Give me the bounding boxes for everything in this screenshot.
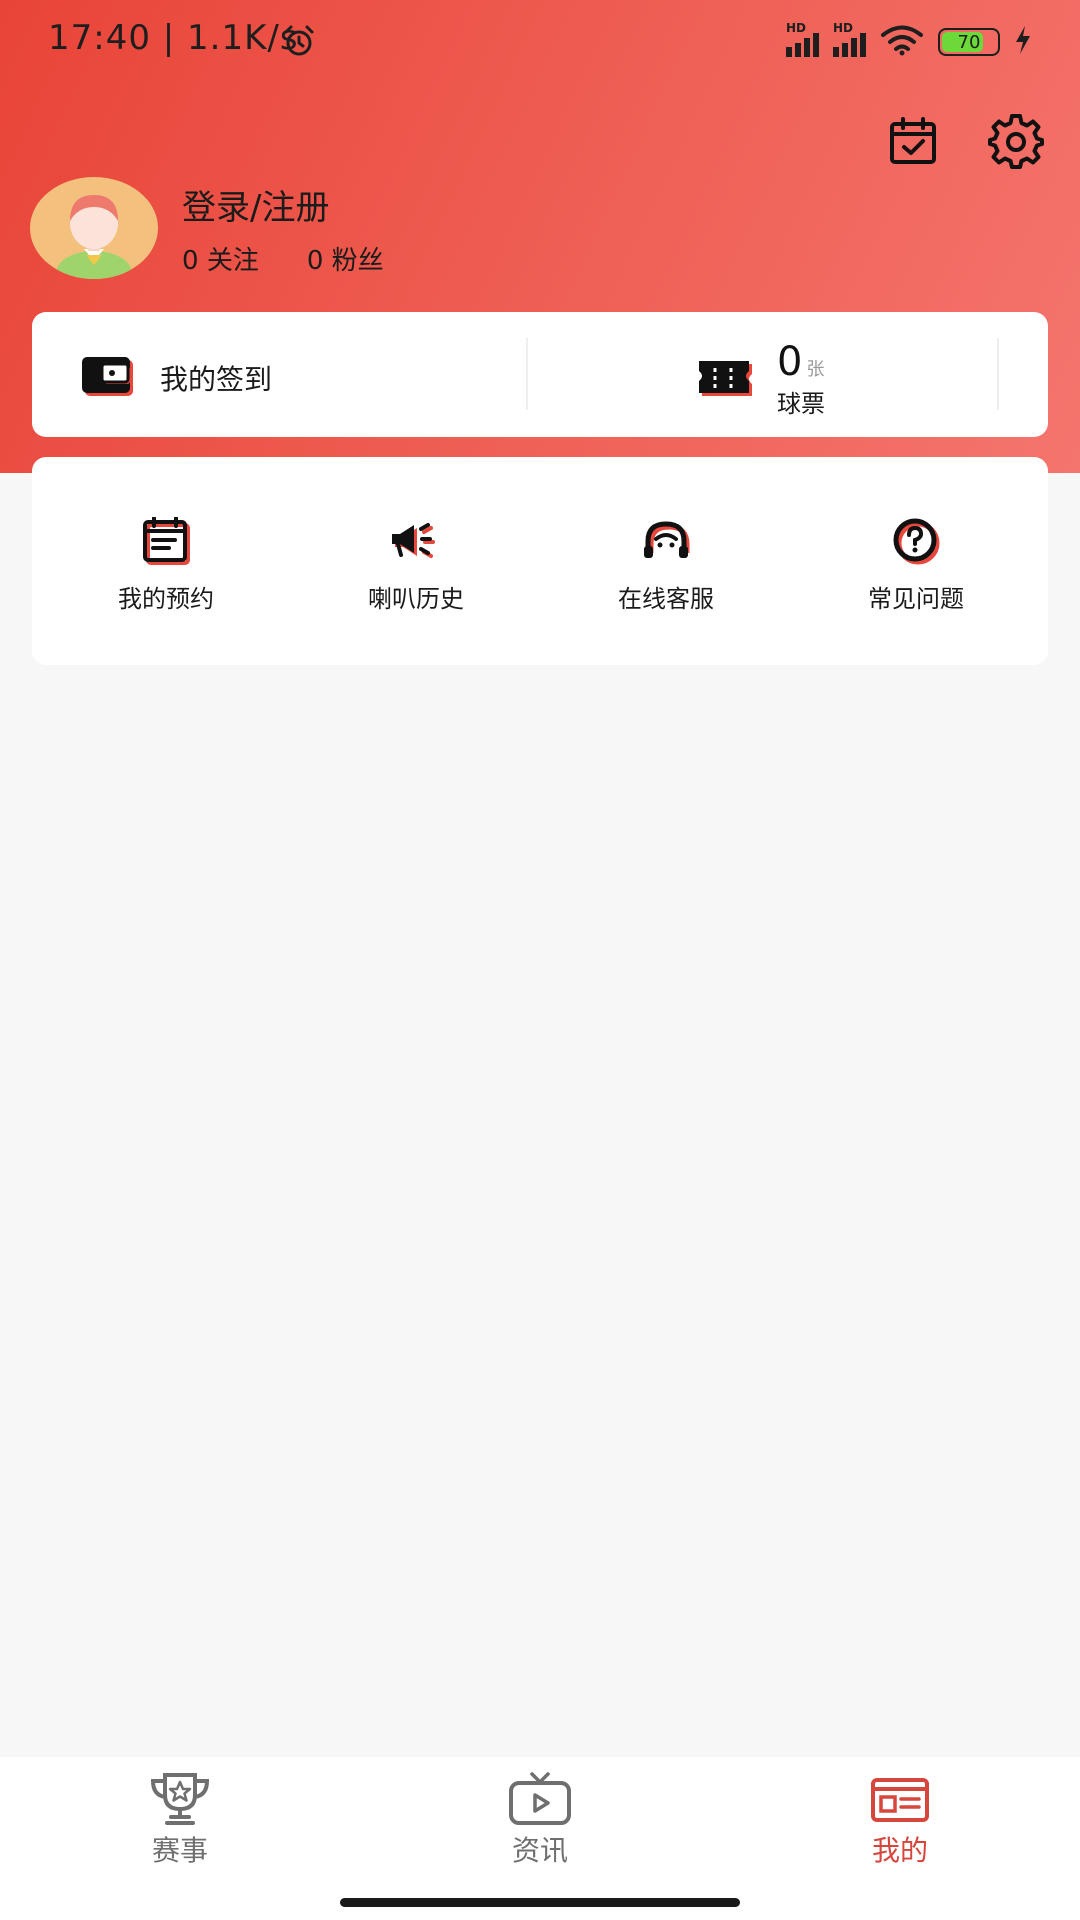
ticket-unit: 张 — [806, 359, 825, 380]
following-count: 0 — [182, 246, 199, 276]
service-online-support[interactable]: 在线客服 — [566, 517, 766, 614]
following-label: 关注 — [206, 246, 259, 276]
follow-stats: 0 关注 0 粉丝 — [182, 240, 384, 277]
tv-play-icon — [509, 1772, 571, 1825]
nav-tab-mine[interactable]: 我的 — [820, 1771, 980, 1869]
question-circle-icon — [893, 518, 940, 565]
signal-hd-label: HD — [833, 21, 854, 35]
followers-label: 粉丝 — [331, 246, 384, 276]
service-faq[interactable]: 常见问题 — [816, 517, 1016, 614]
alarm-clock-icon — [282, 24, 316, 62]
lightning-icon — [1014, 26, 1032, 58]
my-checkin-label: 我的签到 — [160, 363, 273, 396]
followers-stat[interactable]: 0 粉丝 — [307, 240, 384, 277]
service-my-reservations[interactable]: 我的预约 — [66, 517, 266, 614]
service-label: 我的预约 — [118, 585, 214, 613]
service-horn-history[interactable]: 喇叭历史 — [316, 517, 516, 614]
gear-icon[interactable] — [988, 114, 1044, 170]
signal-strength-2-icon: HD — [833, 21, 866, 57]
ticket-summary[interactable]: 0 张 球票 — [697, 342, 825, 419]
avatar[interactable] — [30, 177, 158, 279]
bottom-navigation: 赛事 资讯 我的 — [0, 1757, 1080, 1920]
signal-strength-1-icon: HD — [786, 21, 819, 57]
wallet-icon — [80, 354, 136, 402]
my-checkin-button[interactable]: 我的签到 — [80, 354, 272, 402]
home-indicator[interactable] — [340, 1898, 740, 1907]
profile-card-icon — [871, 1778, 929, 1822]
battery-indicator: 70 — [938, 28, 1000, 56]
headset-icon — [644, 521, 690, 558]
service-label: 喇叭历史 — [368, 585, 464, 613]
ticket-count: 0 — [777, 339, 803, 385]
status-time-speed: 17:40 | 1.1K/s — [48, 18, 299, 58]
ticket-label: 球票 — [777, 390, 825, 418]
signal-hd-label: HD — [786, 21, 807, 35]
profile-page: 17:40 | 1.1K/s HD HD 70 登录/注册 0 关注 0 粉丝 … — [0, 0, 1080, 1920]
status-bar: 17:40 | 1.1K/s HD HD 70 — [0, 0, 1080, 84]
calendar-list-icon — [143, 517, 190, 565]
nav-tab-news[interactable]: 资讯 — [460, 1771, 620, 1869]
battery-level: 70 — [957, 31, 981, 53]
megaphone-icon — [392, 523, 435, 558]
wifi-icon — [880, 24, 924, 60]
nav-label: 资讯 — [511, 1834, 568, 1867]
nav-label: 赛事 — [151, 1834, 208, 1867]
services-card: 我的预约 喇叭历史 在线客服 常见问题 — [32, 457, 1048, 665]
divider — [997, 338, 999, 410]
ticket-icon — [697, 358, 755, 404]
followers-count: 0 — [306, 246, 324, 276]
nav-tab-events[interactable]: 赛事 — [100, 1771, 260, 1869]
service-label: 在线客服 — [618, 585, 714, 613]
nav-label: 我的 — [871, 1834, 928, 1867]
following-stat[interactable]: 0 关注 — [182, 240, 259, 277]
trophy-icon — [150, 1773, 210, 1825]
calendar-check-icon[interactable] — [886, 114, 942, 170]
divider — [526, 338, 528, 410]
service-label: 常见问题 — [868, 585, 964, 613]
login-register-link[interactable]: 登录/注册 — [182, 180, 329, 229]
checkin-ticket-card: 我的签到 0 张 球票 — [32, 312, 1048, 437]
